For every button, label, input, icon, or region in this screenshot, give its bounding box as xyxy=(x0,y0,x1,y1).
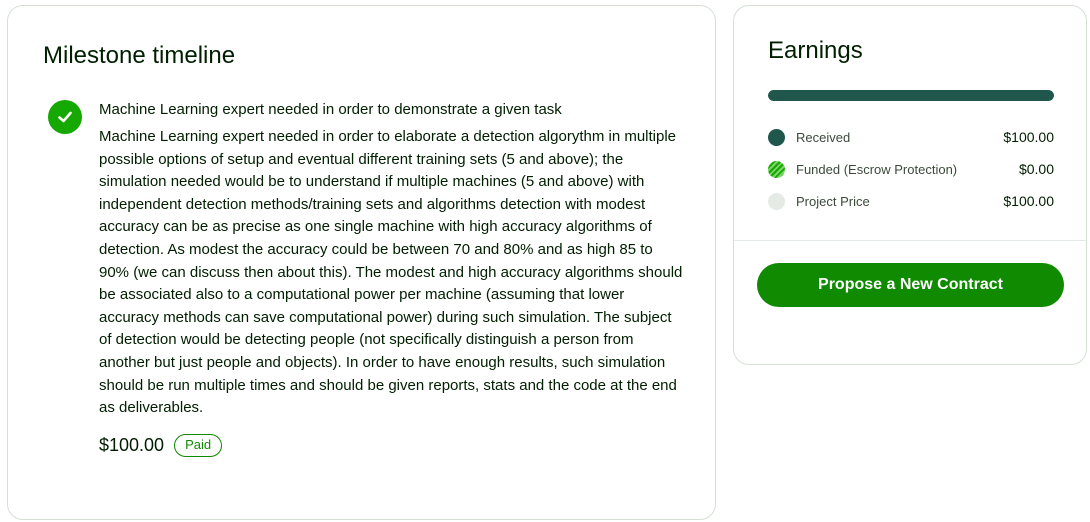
divider xyxy=(734,240,1086,241)
earnings-card: Earnings Received $100.00 Funded (Escrow… xyxy=(733,5,1087,365)
milestone-timeline-title: Milestone timeline xyxy=(43,42,236,69)
received-dot-icon xyxy=(768,128,785,146)
legend-item-project-price: Project Price $100.00 xyxy=(768,185,1054,217)
earnings-progress-bar xyxy=(768,90,1054,101)
legend-value: $100.00 xyxy=(1003,193,1054,209)
legend-item-funded: Funded (Escrow Protection) $0.00 xyxy=(768,153,1054,185)
project-price-dot-icon xyxy=(768,192,785,210)
legend-item-received: Received $100.00 xyxy=(768,121,1054,153)
milestone-timeline-card: Milestone timeline Machine Learning expe… xyxy=(7,5,716,520)
earnings-legend: Received $100.00 Funded (Escrow Protecti… xyxy=(768,121,1054,217)
check-icon xyxy=(48,100,82,134)
propose-new-contract-button[interactable]: Propose a New Contract xyxy=(757,263,1064,307)
milestone-amount-row: $100.00 Paid xyxy=(99,433,684,457)
legend-value: $0.00 xyxy=(1018,161,1054,177)
funded-dot-icon xyxy=(768,160,785,178)
earnings-progress-fill xyxy=(768,90,1054,101)
milestone-title: Machine Learning expert needed in order … xyxy=(99,101,562,118)
legend-label: Funded (Escrow Protection) xyxy=(796,161,958,177)
status-badge: Paid xyxy=(174,433,223,457)
milestone-description: Machine Learning expert needed in order … xyxy=(99,128,683,417)
earnings-title: Earnings xyxy=(768,37,863,64)
legend-value: $100.00 xyxy=(1003,129,1054,145)
legend-label: Received xyxy=(796,129,851,145)
page: Milestone timeline Machine Learning expe… xyxy=(0,0,1090,522)
milestone-body: Machine Learning expert needed in order … xyxy=(99,96,684,457)
milestone-amount: $100.00 xyxy=(99,434,165,455)
legend-label: Project Price xyxy=(796,193,870,209)
